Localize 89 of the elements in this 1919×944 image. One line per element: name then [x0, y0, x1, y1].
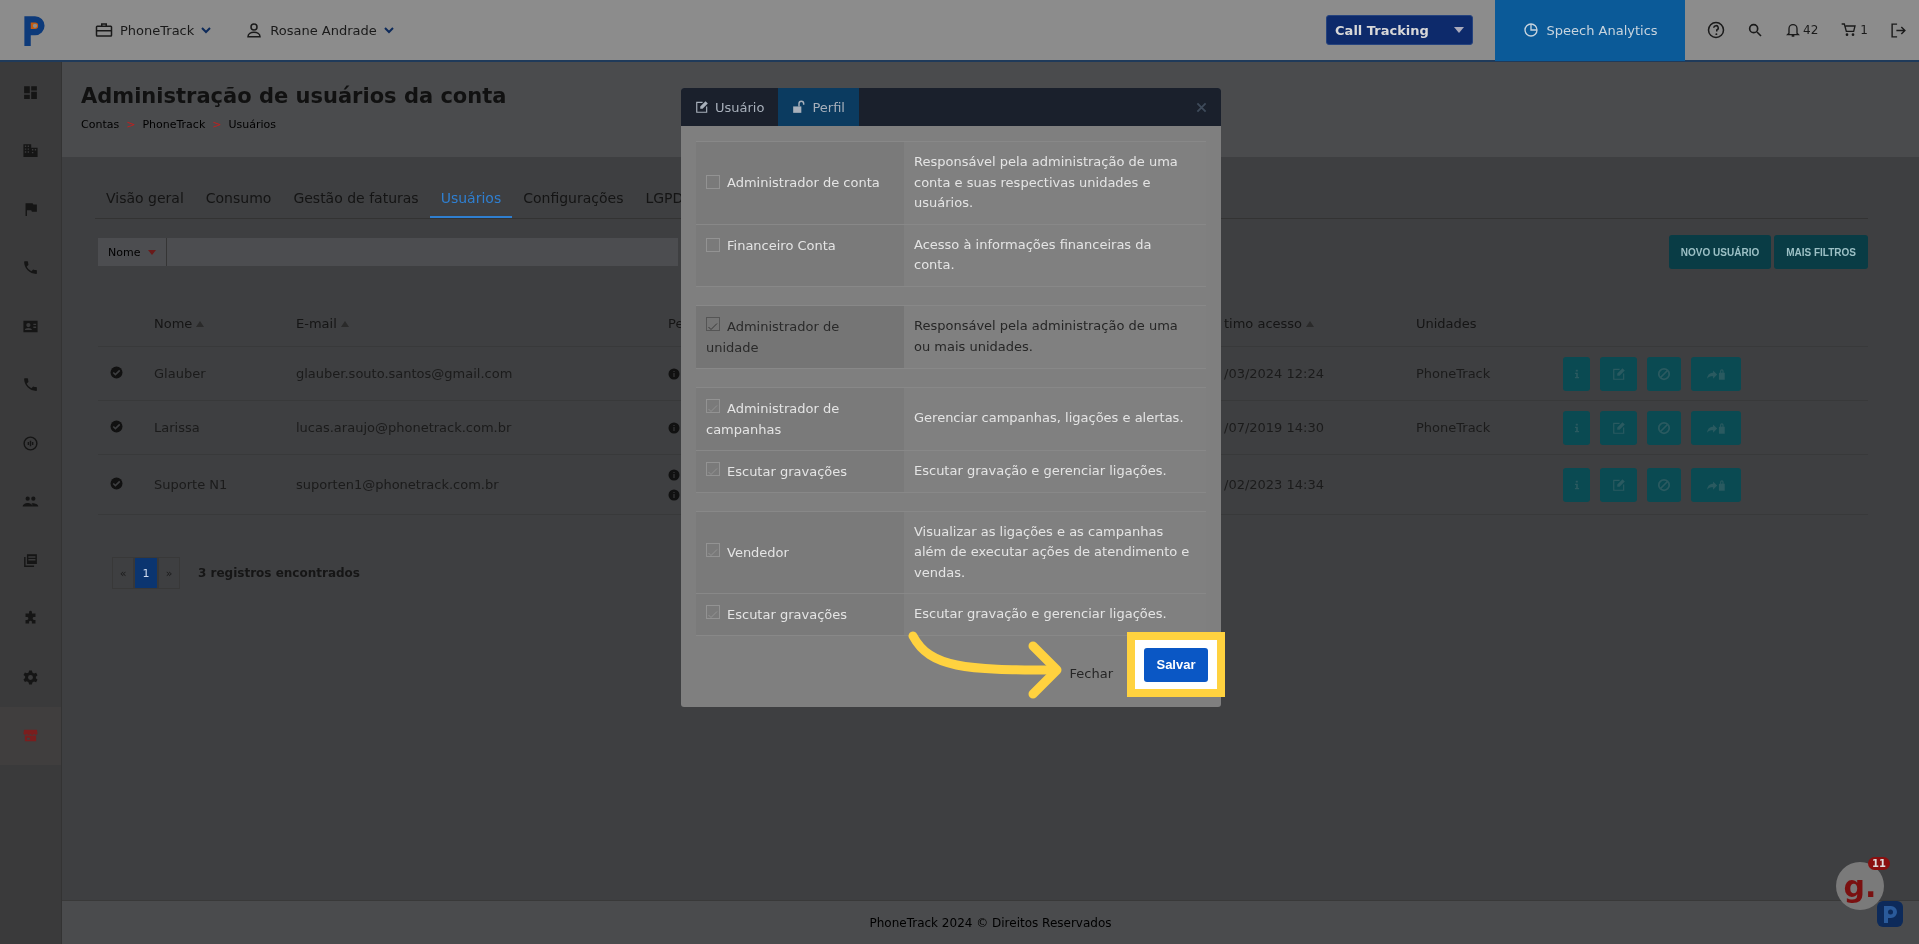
chevron-down-icon	[200, 25, 213, 35]
footer-text: PhoneTrack 2024 © Direitos Reservados	[869, 915, 1112, 930]
edit-button[interactable]	[1600, 356, 1637, 391]
checkmark-icon	[707, 546, 719, 559]
list-icon[interactable]	[22, 551, 39, 569]
info-button[interactable]	[1563, 410, 1590, 445]
caret-down-icon	[148, 249, 157, 255]
role-description: Responsável pela administração de uma ou mais unidades.	[914, 317, 1179, 356]
logout-icon[interactable]	[1890, 21, 1907, 39]
breadcrumb-link[interactable]: Contas	[81, 118, 120, 131]
close-icon[interactable]	[1196, 101, 1207, 113]
briefcase-icon	[94, 21, 114, 39]
edit-icon	[1610, 366, 1627, 381]
cart-icon	[1840, 22, 1859, 38]
role-checkbox: Escutar gravações	[696, 450, 904, 492]
unlocked-padlock-icon	[792, 100, 807, 114]
logo-icon[interactable]	[1876, 900, 1904, 928]
info-icon[interactable]	[668, 367, 680, 380]
user-menu[interactable]: Rosane Andrade	[244, 21, 395, 39]
filter-dropdown[interactable]: Nome	[98, 238, 168, 266]
role-description: Visualizar as ligações e as campanhas além de executar ações de atendimento e vendas.	[914, 522, 1191, 582]
next-page-button[interactable]: »	[158, 557, 180, 589]
breadcrumb-separator: >	[126, 118, 136, 131]
close-button[interactable]: Fechar	[1069, 666, 1113, 681]
role-description: Gerenciar campanhas, ligações e alertas.	[914, 409, 1184, 428]
block-icon	[1657, 477, 1671, 492]
checkmark-icon	[707, 465, 719, 478]
tab[interactable]: Usuários	[429, 182, 513, 218]
chart-circle-icon	[1522, 22, 1539, 38]
phone-icon[interactable]	[22, 376, 39, 394]
info-button[interactable]	[1563, 467, 1590, 502]
bell-icon	[1785, 22, 1802, 38]
breadcrumb-link[interactable]: Usuários	[228, 118, 276, 131]
action-button[interactable]: NOVO USUÁRIO	[1668, 235, 1772, 269]
caret-down-icon	[1454, 27, 1465, 33]
info-icon[interactable]	[668, 488, 680, 501]
block-button[interactable]	[1647, 467, 1681, 502]
transfer-button[interactable]	[1691, 410, 1741, 445]
tab[interactable]: Perfil	[778, 88, 859, 126]
info-icon[interactable]	[668, 468, 680, 481]
chevron-down-icon	[382, 25, 395, 35]
role-description: Escutar gravação e gerenciar ligações.	[914, 461, 1167, 480]
role-description: Acesso à informações financeiras da conta.	[914, 235, 1153, 274]
speech-analytics-button[interactable]: Speech Analytics	[1495, 0, 1686, 61]
edit-icon	[1610, 477, 1627, 492]
building-icon[interactable]	[22, 142, 39, 160]
role-checkbox: Vendedor	[696, 511, 904, 593]
notifications-button[interactable]: 42	[1785, 22, 1819, 38]
block-button[interactable]	[1647, 356, 1681, 391]
cart-button[interactable]: 1	[1840, 22, 1868, 38]
role-checkbox: Escutar gravações	[696, 594, 904, 635]
transfer-button[interactable]	[1691, 356, 1741, 391]
edit-button[interactable]	[1600, 410, 1637, 445]
edit-icon	[1610, 420, 1627, 435]
role-checkbox: Administrador de conta	[696, 142, 904, 224]
notification-badge: 11	[1868, 857, 1890, 870]
settings-icon[interactable]	[22, 668, 39, 686]
page-button[interactable]: 1	[134, 557, 158, 589]
block-button[interactable]	[1647, 410, 1681, 445]
search-field[interactable]: Nome	[98, 238, 678, 266]
info-button[interactable]	[1563, 356, 1590, 391]
role-description: Escutar gravação e gerenciar ligações.	[914, 605, 1167, 624]
checkmark-icon	[707, 402, 719, 415]
checkmark-icon	[707, 609, 719, 621]
info-icon[interactable]	[668, 421, 680, 434]
action-button[interactable]: MAIS FILTROS	[1774, 235, 1868, 269]
block-icon	[1657, 366, 1671, 381]
dashboard-icon[interactable]	[22, 83, 39, 101]
account-menu[interactable]: PhoneTrack	[94, 21, 213, 39]
help-icon[interactable]	[1707, 21, 1726, 39]
role-checkbox[interactable]: Administrador de unidade	[696, 305, 904, 368]
phone-icon[interactable]	[22, 259, 39, 277]
block-icon	[1657, 420, 1671, 435]
edit-icon	[695, 100, 709, 114]
edit-button[interactable]	[1600, 467, 1637, 502]
breadcrumb-link[interactable]: PhoneTrack	[142, 118, 206, 131]
breadcrumb-separator: >	[212, 118, 222, 131]
tab[interactable]: Usuário	[681, 88, 779, 126]
product-select[interactable]: Call Tracking	[1326, 15, 1474, 45]
transfer-button[interactable]	[1691, 467, 1741, 502]
role-checkbox: Financeiro Conta	[696, 224, 904, 286]
role-checkbox: Administrador de campanhas	[696, 387, 904, 450]
save-button[interactable]: Salvar	[1144, 647, 1208, 682]
gauge-icon[interactable]	[22, 434, 39, 452]
search-icon[interactable]	[1747, 22, 1764, 38]
role-description: Responsável pela administração de uma conta e suas respectivas unidades e usuários.	[914, 153, 1179, 212]
previous-page-button[interactable]: «	[112, 557, 134, 589]
checkmark-icon	[707, 320, 719, 333]
page-title: Administração de usuários da conta	[81, 84, 507, 108]
